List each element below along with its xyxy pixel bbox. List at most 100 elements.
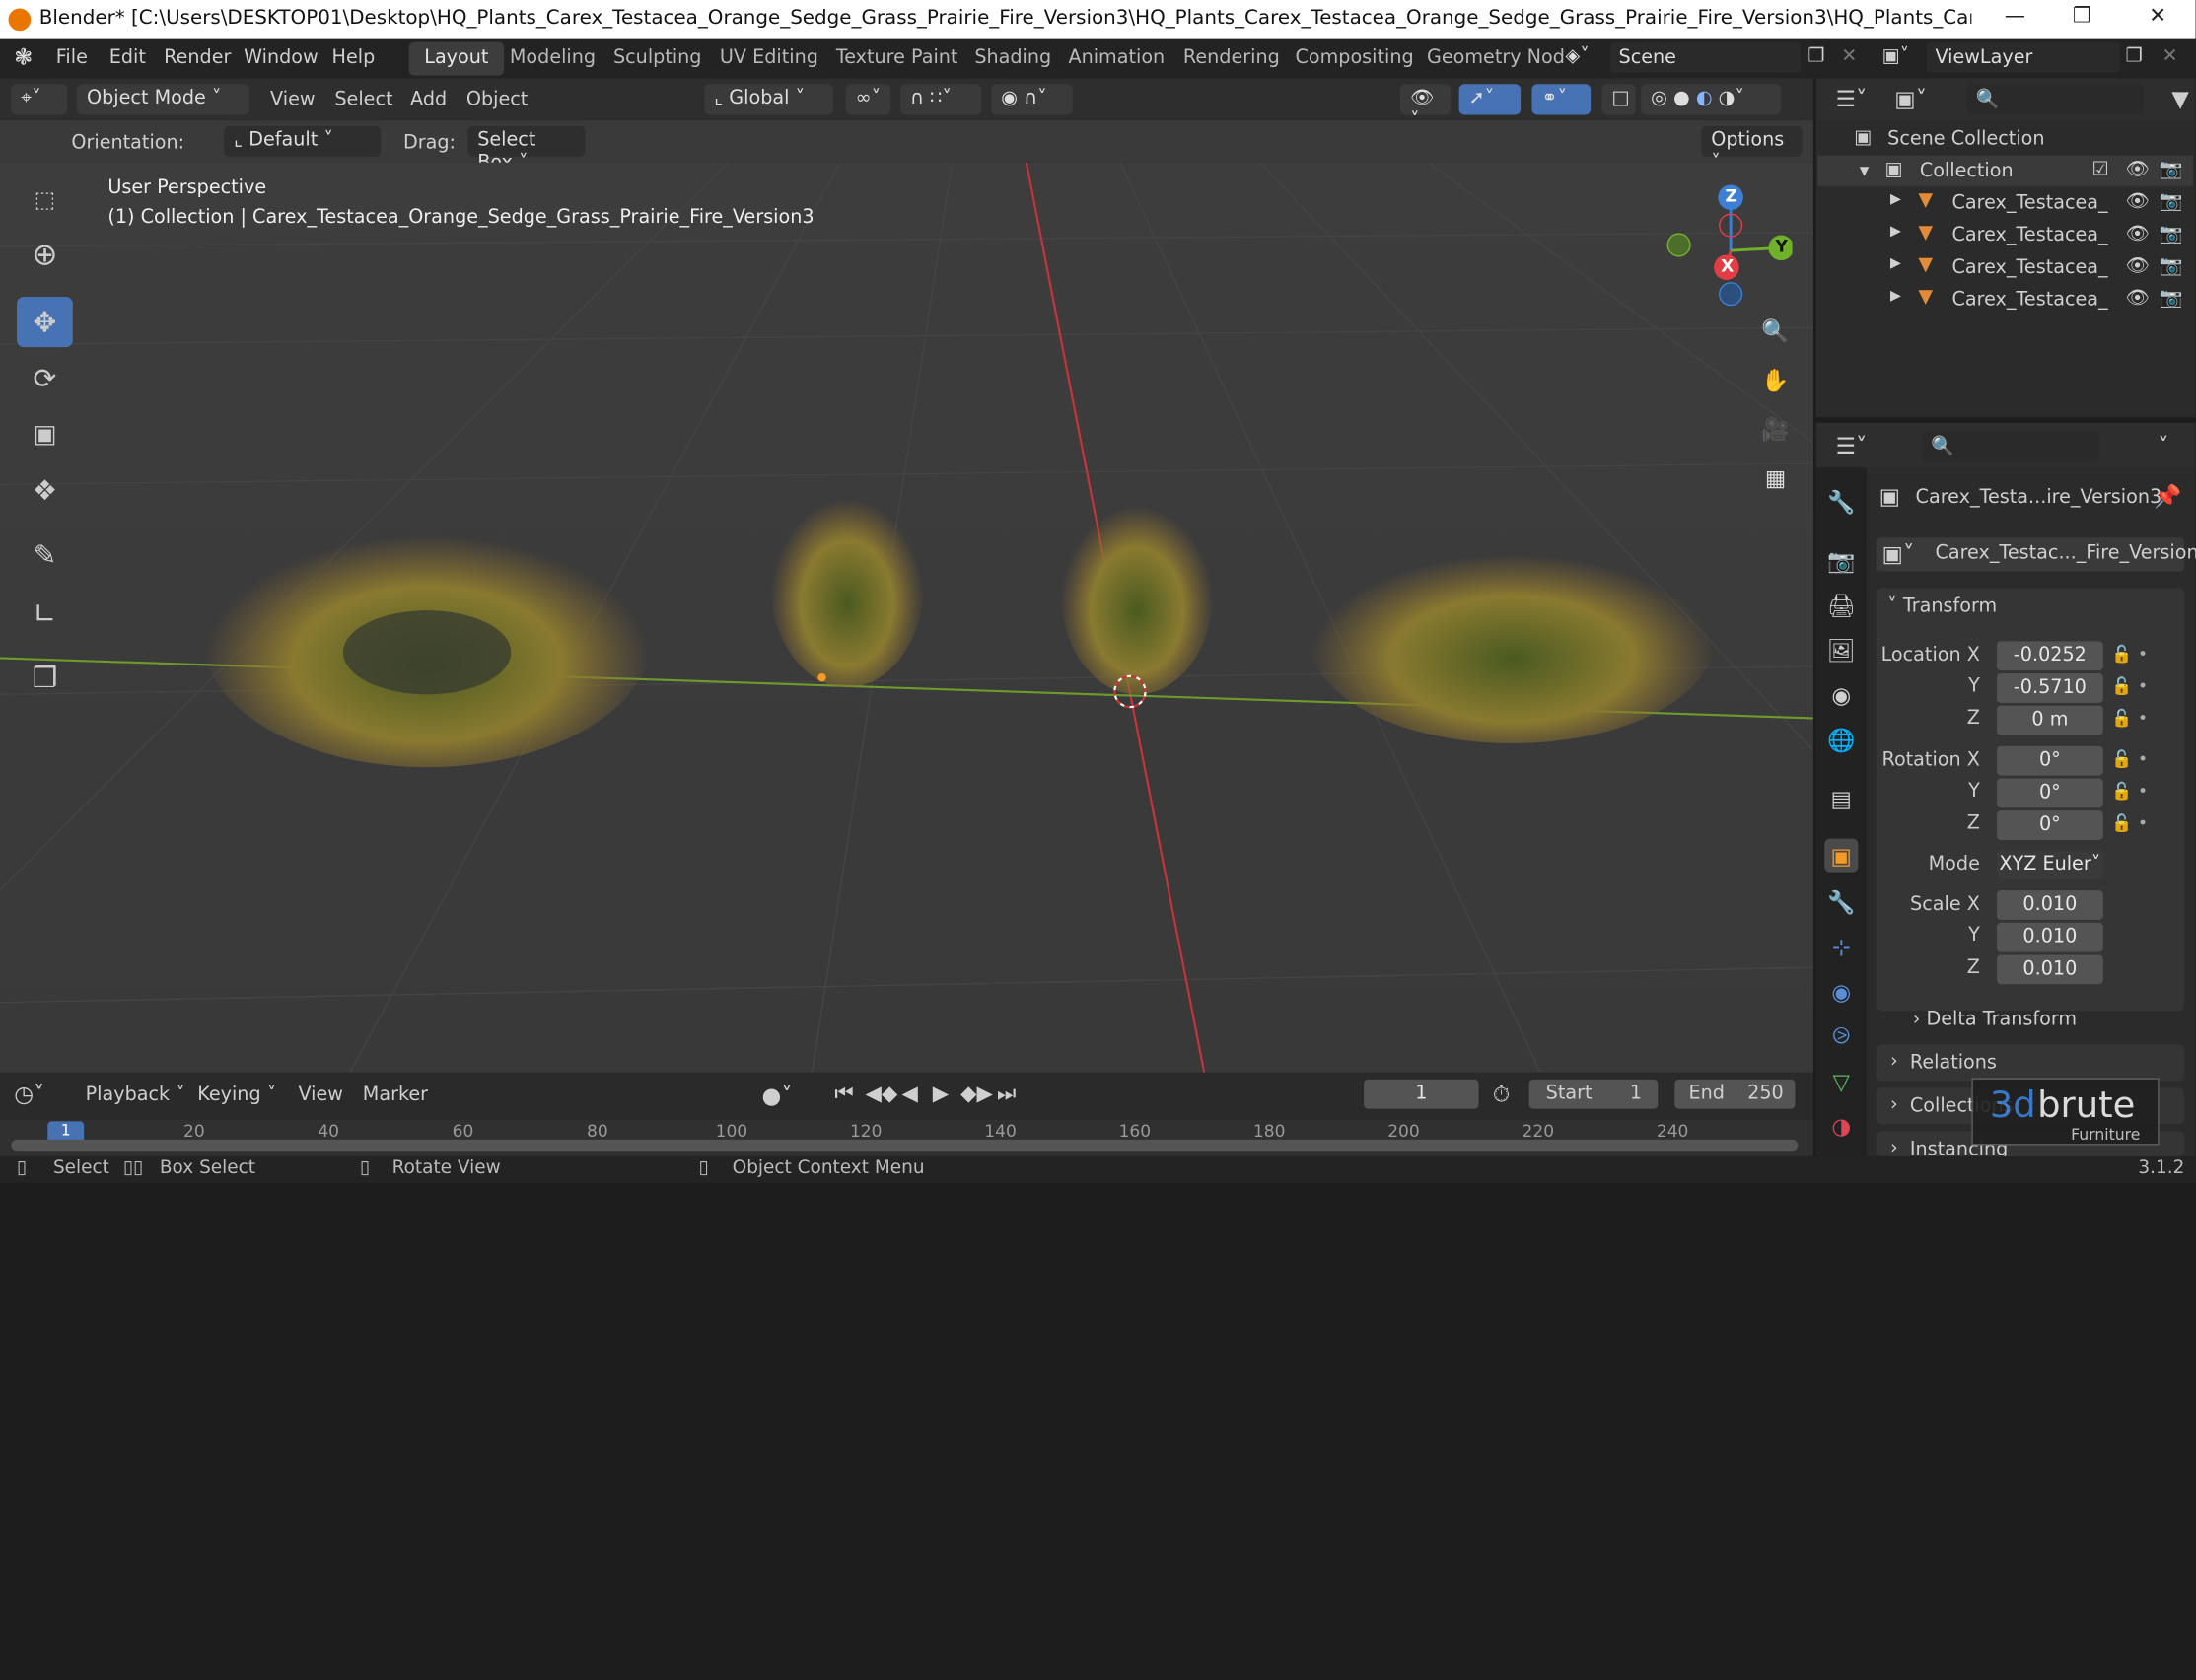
record-icon[interactable]: ●˅: [761, 1083, 792, 1109]
eye-icon[interactable]: 👁: [2126, 190, 2150, 213]
marker-menu[interactable]: Marker: [363, 1084, 428, 1106]
proportional-edit-icon[interactable]: ◉ ∩˅: [991, 84, 1073, 115]
modifiers-tab-icon[interactable]: 🔧: [1824, 884, 1858, 918]
world-tab-icon[interactable]: 🌐: [1824, 723, 1858, 756]
menu-render[interactable]: Render: [164, 46, 231, 69]
visibility-icon[interactable]: 👁˅: [1400, 84, 1452, 131]
scale-x-field[interactable]: 0.010: [1996, 890, 2103, 920]
camera-icon[interactable]: 📷: [2160, 287, 2183, 310]
3d-viewport[interactable]: User Perspective (1) Collection | Carex_…: [0, 162, 1813, 1073]
scene-name-field[interactable]: Scene: [1610, 41, 1802, 73]
navigation-gizmo[interactable]: [1653, 174, 1793, 314]
timeline-ruler[interactable]: 1 20 40 60 80 100 120 140 160 180 200 22…: [0, 1120, 1813, 1156]
lock-icon[interactable]: 🔓 •: [2111, 807, 2181, 839]
workspace-tab-layout[interactable]: Layout: [408, 41, 505, 76]
outliner-row-collection[interactable]: ▾ ▣ Collection ☑ 👁 📷: [1817, 155, 2193, 186]
menu-edit[interactable]: Edit: [109, 46, 146, 69]
minimize-icon[interactable]: —: [1994, 3, 2036, 29]
new-scene-icon[interactable]: ❐: [1807, 44, 1824, 67]
keying-menu[interactable]: Keying ˅: [197, 1084, 276, 1106]
data-tab-icon[interactable]: ▽: [1824, 1064, 1858, 1097]
relations-section[interactable]: › Relations: [1876, 1044, 2185, 1082]
grass-clump[interactable]: [202, 509, 652, 768]
outliner-item[interactable]: ▶ ▼ Carex_Testacea_ 👁 📷: [1817, 284, 2193, 315]
timeline-editor-icon[interactable]: ◷˅: [14, 1081, 44, 1107]
view-layer-field[interactable]: ViewLayer: [1926, 41, 2120, 73]
blender-menu-icon[interactable]: ❃: [14, 43, 33, 70]
view-layer-icon[interactable]: ▣˅: [1881, 44, 1909, 67]
expand-arrow-icon[interactable]: ▶: [1890, 256, 1901, 272]
grass-clump[interactable]: [770, 477, 925, 688]
location-x-field[interactable]: -0.0252: [1996, 641, 2103, 671]
perspective-toggle-icon[interactable]: ▦: [1756, 457, 1796, 497]
camera-icon[interactable]: 📷: [2160, 254, 2183, 277]
expand-arrow-icon[interactable]: ▶: [1890, 289, 1901, 305]
workspace-tab-sculpting[interactable]: Sculpting: [598, 42, 717, 76]
eye-icon[interactable]: 👁: [2126, 223, 2150, 245]
physics-tab-icon[interactable]: ◉: [1824, 974, 1858, 1008]
particles-tab-icon[interactable]: ⊹: [1824, 930, 1858, 963]
expand-arrow-icon[interactable]: ▶: [1890, 224, 1901, 240]
object-name-row[interactable]: ▣ Carex_Testa...ire_Version3 📌: [1874, 479, 2189, 516]
jump-end-icon[interactable]: ⏭: [997, 1081, 1016, 1106]
workspace-tab-geometry-nodes[interactable]: Geometry Nod: [1411, 42, 1580, 76]
outliner-search-input[interactable]: 🔍: [1967, 84, 2145, 115]
lock-icon[interactable]: 🔓 •: [2111, 776, 2181, 807]
drag-dropdown[interactable]: Select Box ˅: [467, 125, 586, 174]
menu-file[interactable]: File: [56, 46, 88, 69]
jump-start-icon[interactable]: ⏮: [834, 1081, 853, 1106]
pan-hand-icon[interactable]: ✋: [1756, 360, 1796, 399]
delta-transform-header[interactable]: › Delta Transform: [1913, 1008, 2077, 1030]
camera-icon[interactable]: 📷: [2160, 223, 2183, 245]
play-reverse-icon[interactable]: ◀: [901, 1081, 917, 1106]
tool-tab-icon[interactable]: 🔧: [1824, 484, 1858, 518]
outliner-editor-icon[interactable]: ☰˅: [1836, 86, 1868, 112]
start-frame-field[interactable]: Start 1: [1528, 1079, 1659, 1109]
rotate-tool-icon[interactable]: ⟳: [17, 353, 73, 403]
outliner-item[interactable]: ▶ ▼ Carex_Testacea_ 👁 📷: [1817, 187, 2193, 218]
render-tab-icon[interactable]: 📷: [1824, 543, 1858, 577]
transform-tool-icon[interactable]: ❖: [17, 464, 73, 515]
scene-selector-icon[interactable]: ◈˅: [1566, 44, 1590, 67]
snap-icon[interactable]: ∩ ∷˅: [900, 84, 982, 115]
outliner-item[interactable]: ▶ ▼ Carex_Testacea_ 👁 📷: [1817, 252, 2193, 283]
menu-object[interactable]: Object: [466, 88, 528, 110]
camera-view-icon[interactable]: 🎥: [1756, 409, 1796, 449]
delete-view-layer-icon[interactable]: ✕: [2161, 44, 2177, 67]
cursor-tool-icon[interactable]: ⊕: [17, 230, 73, 280]
display-mode-icon[interactable]: ▣˅: [1894, 86, 1927, 112]
menu-add[interactable]: Add: [410, 88, 447, 110]
rotation-z-field[interactable]: 0°: [1996, 810, 2103, 840]
lock-icon[interactable]: 🔓 •: [2111, 702, 2181, 734]
properties-search-input[interactable]: 🔍: [1922, 431, 2099, 462]
close-icon[interactable]: ✕: [2137, 3, 2179, 29]
eye-icon[interactable]: 👁: [2126, 158, 2150, 180]
lock-icon[interactable]: 🔓 •: [2111, 639, 2181, 670]
menu-view[interactable]: View: [270, 88, 316, 110]
expand-arrow-icon[interactable]: ▾: [1860, 160, 1870, 182]
options-dropdown[interactable]: Options ˅: [1701, 125, 1803, 174]
workspace-tab-rendering[interactable]: Rendering: [1168, 42, 1295, 76]
select-box-tool-icon[interactable]: ⬚: [17, 174, 73, 224]
add-cube-tool-icon[interactable]: ❐: [17, 653, 73, 703]
collection-tab-icon[interactable]: ▤: [1824, 781, 1858, 814]
properties-editor-icon[interactable]: ☰˅: [1836, 433, 1868, 459]
pivot-point-icon[interactable]: ∞˅: [845, 84, 891, 115]
workspace-tab-compositing[interactable]: Compositing: [1280, 42, 1429, 76]
eye-icon[interactable]: 👁: [2126, 254, 2150, 277]
object-tab-icon[interactable]: ▣: [1824, 838, 1859, 873]
workspace-tab-texture-paint[interactable]: Texture Paint: [820, 42, 973, 76]
scene-tab-icon[interactable]: ◉: [1824, 677, 1858, 711]
location-y-field[interactable]: -0.5710: [1996, 673, 2103, 703]
pin-icon[interactable]: 📌: [2154, 483, 2181, 510]
object-mode-dropdown[interactable]: Object Mode ˅: [77, 84, 249, 115]
shading-mode-icons[interactable]: ◎ ● ◐ ◑˅: [1641, 84, 1782, 115]
scale-tool-icon[interactable]: ▣: [17, 409, 73, 459]
camera-icon[interactable]: 📷: [2160, 190, 2183, 213]
workspace-tab-modeling[interactable]: Modeling: [494, 42, 610, 76]
output-tab-icon[interactable]: 🖨: [1824, 588, 1858, 621]
lock-icon[interactable]: 🔓 •: [2111, 670, 2181, 702]
expand-arrow-icon[interactable]: ▶: [1890, 192, 1901, 208]
scale-z-field[interactable]: 0.010: [1996, 954, 2103, 985]
menu-select[interactable]: Select: [334, 88, 392, 110]
